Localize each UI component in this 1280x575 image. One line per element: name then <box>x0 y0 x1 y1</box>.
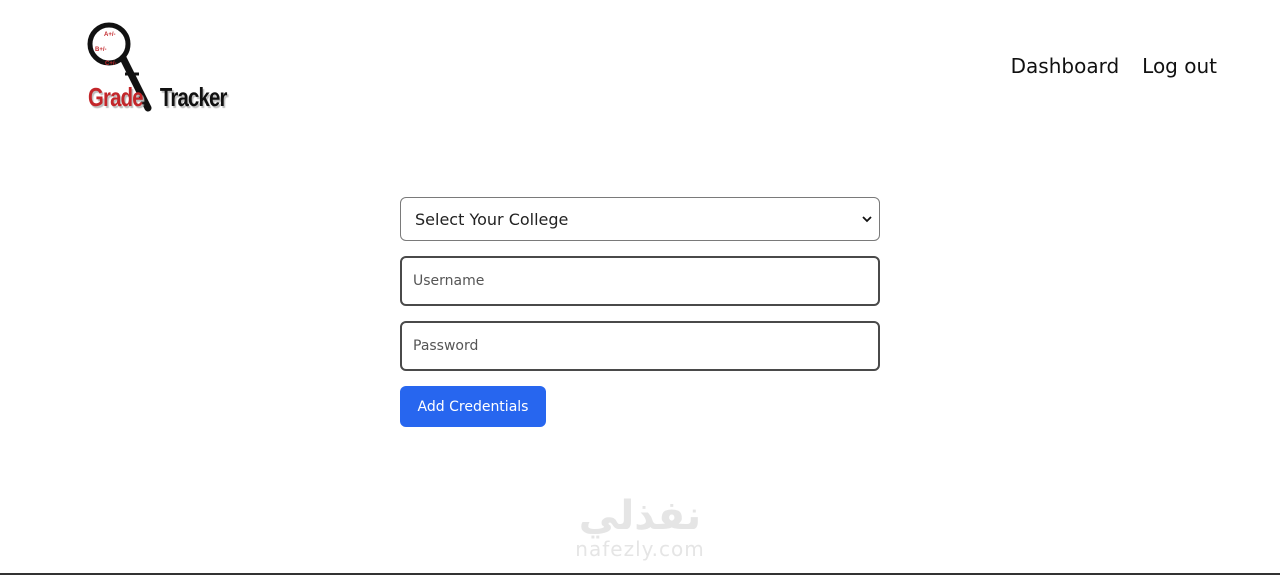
add-credentials-button[interactable]: Add Credentials <box>400 386 546 427</box>
watermark-arabic-text: نفذلي <box>578 493 702 539</box>
password-field <box>400 321 880 371</box>
credentials-form: Select Your College Add Credentials <box>400 197 880 427</box>
grade-tracker-logo[interactable]: A+/- B+/- C+/- Grade Tracker <box>84 22 227 122</box>
watermark-latin-text: nafezly.com <box>575 537 705 561</box>
college-select[interactable]: Select Your College <box>400 197 880 241</box>
logo-grade-text: Grade <box>88 82 144 112</box>
logo-tracker-text: Tracker <box>159 82 227 112</box>
username-field <box>400 256 880 306</box>
nafezly-watermark: نفذلي nafezly.com <box>560 495 720 575</box>
logo-grade-a: A+/- <box>104 32 116 38</box>
logo-wordmark: Grade Tracker <box>88 82 227 113</box>
nav-dashboard-link[interactable]: Dashboard <box>1011 54 1120 78</box>
password-input[interactable] <box>413 338 867 354</box>
username-input[interactable] <box>413 273 867 289</box>
college-select-value: Select Your College <box>415 209 569 229</box>
logo-grade-c: C+/- <box>105 61 117 67</box>
top-nav: Dashboard Log out <box>1011 54 1217 78</box>
nav-logout-link[interactable]: Log out <box>1142 54 1217 78</box>
logo-grade-b: B+/- <box>95 47 107 53</box>
chevron-down-icon <box>862 216 872 223</box>
page: A+/- B+/- C+/- Grade Tracker Dashboard Lo… <box>0 0 1280 575</box>
